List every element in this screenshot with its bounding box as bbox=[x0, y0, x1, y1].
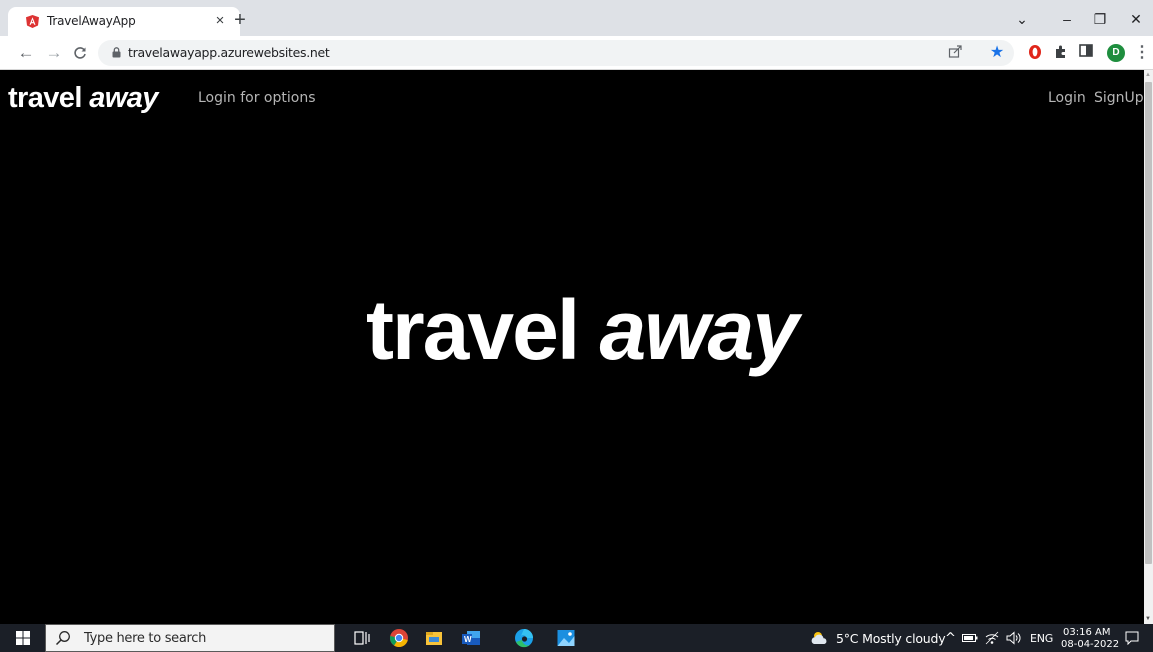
page-scrollbar[interactable]: ▲ ▼ bbox=[1144, 70, 1153, 624]
volume-icon[interactable] bbox=[1006, 631, 1022, 645]
scroll-up-arrow[interactable]: ▲ bbox=[1145, 72, 1151, 78]
page-viewport: travel away Login for options Login Sign… bbox=[0, 70, 1144, 624]
brand-logo[interactable]: travel away bbox=[8, 82, 158, 115]
task-view-icon[interactable] bbox=[352, 628, 374, 648]
word-icon[interactable]: W bbox=[460, 628, 482, 648]
weather-icon[interactable] bbox=[809, 630, 831, 646]
tab-strip: TravelAwayApp × + ⌄ – ❐ ✕ bbox=[0, 0, 1153, 36]
file-explorer-icon[interactable] bbox=[424, 628, 446, 648]
battery-icon[interactable] bbox=[962, 633, 978, 643]
bookmark-star-icon[interactable]: ★ bbox=[988, 44, 1006, 62]
lock-icon[interactable] bbox=[112, 47, 121, 58]
language-indicator[interactable]: ENG bbox=[1030, 632, 1053, 645]
opera-icon[interactable] bbox=[1026, 44, 1044, 62]
address-bar[interactable]: travelawayapp.azurewebsites.net ★ bbox=[98, 40, 1014, 66]
minimize-button[interactable]: – bbox=[1056, 10, 1078, 28]
extensions-icon[interactable] bbox=[1051, 44, 1069, 62]
taskbar-search[interactable]: Type here to search bbox=[45, 624, 335, 652]
windows-start-icon[interactable] bbox=[16, 631, 30, 645]
login-for-options-link[interactable]: Login for options bbox=[198, 90, 315, 106]
browser-toolbar: ← → travelawayapp.azurewebsites.net ★ D … bbox=[0, 36, 1153, 70]
browser-tab[interactable]: TravelAwayApp × bbox=[8, 7, 240, 36]
login-link[interactable]: Login bbox=[1048, 90, 1086, 106]
search-placeholder: Type here to search bbox=[84, 631, 207, 646]
share-icon[interactable] bbox=[946, 44, 964, 62]
notification-icon[interactable] bbox=[1125, 631, 1139, 645]
search-icon bbox=[55, 631, 70, 646]
side-panel-icon[interactable] bbox=[1077, 44, 1095, 62]
svg-text:W: W bbox=[464, 635, 472, 644]
tab-close-button[interactable]: × bbox=[212, 11, 228, 31]
reload-icon[interactable] bbox=[70, 43, 90, 63]
signup-link[interactable]: SignUp bbox=[1094, 90, 1144, 106]
forward-icon[interactable]: → bbox=[44, 43, 64, 63]
chevron-up-icon[interactable]: ^ bbox=[945, 631, 956, 646]
scrollbar-thumb[interactable] bbox=[1145, 82, 1152, 564]
windows-taskbar: Type here to search W 5°C Mostly cloudy … bbox=[0, 624, 1153, 652]
brand-text-away: away bbox=[89, 82, 158, 114]
back-icon[interactable]: ← bbox=[16, 43, 36, 63]
tab-search-button[interactable]: ⌄ bbox=[1011, 10, 1033, 28]
profile-avatar[interactable]: D bbox=[1107, 44, 1125, 62]
url-text[interactable]: travelawayapp.azurewebsites.net bbox=[128, 45, 330, 60]
clock-time[interactable]: 03:16 AM bbox=[1063, 627, 1110, 638]
tab-title: TravelAwayApp bbox=[47, 14, 136, 28]
scroll-down-arrow[interactable]: ▼ bbox=[1145, 616, 1151, 622]
edge-icon[interactable] bbox=[514, 628, 536, 648]
clock-date[interactable]: 08-04-2022 bbox=[1061, 639, 1119, 650]
angular-icon bbox=[26, 15, 39, 28]
restore-button[interactable]: ❐ bbox=[1089, 10, 1111, 28]
brand-text-travel: travel bbox=[8, 82, 90, 114]
new-tab-button[interactable]: + bbox=[228, 9, 252, 33]
menu-icon[interactable]: ⋮ bbox=[1134, 43, 1150, 63]
wifi-icon[interactable] bbox=[985, 631, 999, 645]
weather-text[interactable]: 5°C Mostly cloudy bbox=[836, 631, 946, 646]
hero-text-away: away bbox=[599, 283, 799, 377]
close-window-button[interactable]: ✕ bbox=[1125, 10, 1147, 28]
chrome-icon[interactable] bbox=[389, 628, 411, 648]
photos-icon[interactable] bbox=[556, 628, 578, 648]
hero-text-travel: travel bbox=[366, 283, 600, 377]
hero-logo: travel away bbox=[366, 282, 799, 379]
